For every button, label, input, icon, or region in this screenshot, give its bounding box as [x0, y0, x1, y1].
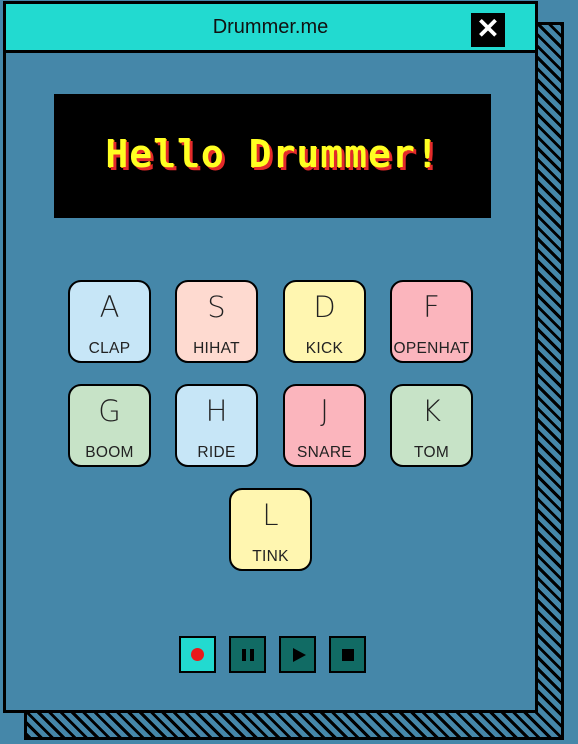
pad-key: G	[98, 394, 121, 428]
close-icon: ✕	[476, 13, 500, 44]
stop-icon	[342, 649, 354, 661]
drum-pad-snare[interactable]: J SNARE	[283, 384, 366, 467]
drummer-window: Drummer.me ✕ Hello Drummer! A CLAP S HIH…	[3, 1, 538, 713]
drum-pad-openhat[interactable]: F OPENHAT	[390, 280, 473, 363]
drum-pad-hihat[interactable]: S HIHAT	[175, 280, 258, 363]
window-title: Drummer.me	[212, 16, 329, 38]
drum-pad-tink[interactable]: L TINK	[229, 488, 312, 571]
pad-key: D	[313, 290, 336, 324]
record-icon	[191, 648, 204, 661]
drum-pad-ride[interactable]: H RIDE	[175, 384, 258, 467]
record-button[interactable]	[179, 636, 216, 673]
app-page: Drummer.me ✕ Hello Drummer! A CLAP S HIH…	[0, 0, 578, 744]
pad-sound: HIHAT	[193, 340, 240, 357]
play-button[interactable]	[279, 636, 316, 673]
drum-pad-tom[interactable]: K TOM	[390, 384, 473, 467]
pad-key: H	[205, 394, 228, 428]
pad-key: K	[421, 394, 442, 428]
close-button[interactable]: ✕	[471, 13, 505, 47]
pad-sound: OPENHAT	[393, 340, 470, 357]
pad-key: J	[320, 394, 329, 428]
drum-pad-boom[interactable]: G BOOM	[68, 384, 151, 467]
pad-sound: KICK	[305, 340, 344, 357]
drum-pad-kick[interactable]: D KICK	[283, 280, 366, 363]
pad-key: F	[423, 290, 440, 324]
pad-sound: TOM	[413, 444, 450, 461]
pad-sound: TINK	[252, 548, 289, 565]
pad-sound: CLAP	[88, 340, 131, 357]
drum-pad-clap[interactable]: A CLAP	[68, 280, 151, 363]
title-bar: Drummer.me ✕	[6, 4, 535, 53]
display-text: Hello Drummer!	[105, 132, 440, 176]
pad-sound: RIDE	[197, 444, 236, 461]
play-icon	[293, 648, 306, 662]
pad-key: L	[262, 498, 279, 532]
pad-key: S	[207, 290, 226, 324]
pause-button[interactable]	[229, 636, 266, 673]
pad-sound: SNARE	[297, 444, 352, 461]
display-screen: Hello Drummer!	[54, 94, 491, 218]
pad-sound: BOOM	[85, 444, 134, 461]
pad-key: A	[99, 290, 120, 324]
stop-button[interactable]	[329, 636, 366, 673]
